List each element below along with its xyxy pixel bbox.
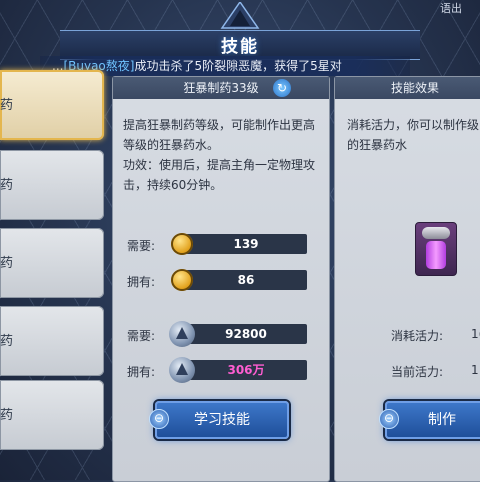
skill-list-label: 药	[0, 178, 14, 193]
skill-list-item-1[interactable]: 药	[0, 70, 104, 140]
skill-list-item-5[interactable]: 药	[0, 380, 104, 450]
title-bar: 技能 语出	[0, 0, 480, 62]
skill-list-label: 药	[0, 334, 14, 349]
skill-name-level: 狂暴制药33级	[183, 81, 259, 95]
crystal-need-label: 需要:	[127, 329, 156, 343]
effect-description: 消耗活力，你可以制作级的狂暴药水	[347, 118, 480, 152]
gold-need-label: 需要:	[127, 239, 156, 253]
potion-cap	[422, 227, 450, 239]
skill-description: 提高狂暴制药等级，可能制作出更高等级的狂暴药水。 功效：使用后，提高主角一定物理…	[123, 115, 321, 195]
learn-button-knob-icon: ⊖	[149, 409, 169, 429]
skill-list-label: 药	[0, 98, 14, 113]
learn-skill-button[interactable]: 学习技能	[155, 401, 289, 439]
effect-panel-header: 技能效果	[335, 77, 480, 99]
skill-list-label: 药	[0, 256, 14, 271]
skill-description-line-1: 提高狂暴制药等级，可能制作出更高等级的狂暴药水。	[123, 118, 316, 152]
skill-panel-header: 狂暴制药33级	[113, 77, 329, 99]
effect-panel-title: 技能效果	[390, 81, 439, 95]
energy-cost-label: 消耗活力:	[391, 329, 444, 343]
skill-description-line-2: 功效：使用后，提高主角一定物理攻击，持续60分钟。	[123, 158, 316, 192]
craft-button-label: 制作	[428, 412, 456, 428]
energy-cost-value: 1(	[471, 327, 480, 341]
skill-effect-panel: 技能效果 消耗活力，你可以制作级的狂暴药水 消耗活力: 1( 当前活力: 1 制…	[334, 76, 480, 482]
skill-list-item-2[interactable]: 药	[0, 150, 104, 220]
skill-list-label: 药	[0, 408, 14, 423]
current-energy-label: 当前活力:	[391, 365, 444, 379]
gold-coin-icon	[171, 269, 193, 291]
current-energy-value: 1	[471, 363, 479, 377]
top-right-text: 语出	[440, 2, 462, 15]
skill-list-item-4[interactable]: 药	[0, 306, 104, 376]
crystal-have-value: 306万	[185, 360, 307, 380]
potion-liquid	[426, 241, 446, 269]
gold-have-label: 拥有:	[127, 275, 156, 289]
crest-emblem-icon	[220, 2, 260, 29]
marquee-message: 成功击杀了5阶裂隙恶魔，获得了5星对	[134, 59, 342, 73]
gold-have-value: 86	[185, 270, 307, 290]
refresh-icon[interactable]: ↻	[273, 79, 291, 97]
crystal-have-label: 拥有:	[127, 365, 156, 379]
skill-detail-panel: 狂暴制药33级 ↻ 提高狂暴制药等级，可能制作出更高等级的狂暴药水。 功效：使用…	[112, 76, 330, 482]
berserk-potion-icon[interactable]	[415, 222, 457, 276]
crystal-icon	[169, 357, 195, 383]
learn-skill-button-label: 学习技能	[194, 412, 250, 428]
skill-list-item-3[interactable]: 药	[0, 228, 104, 298]
page-title: 技能	[221, 37, 259, 57]
gold-coin-icon	[171, 233, 193, 255]
gold-need-value: 139	[185, 234, 307, 254]
crystal-icon	[169, 321, 195, 347]
craft-button-knob-icon: ⊖	[379, 409, 399, 429]
craft-button[interactable]: 制作	[385, 401, 480, 439]
crystal-need-value: 92800	[185, 324, 307, 344]
